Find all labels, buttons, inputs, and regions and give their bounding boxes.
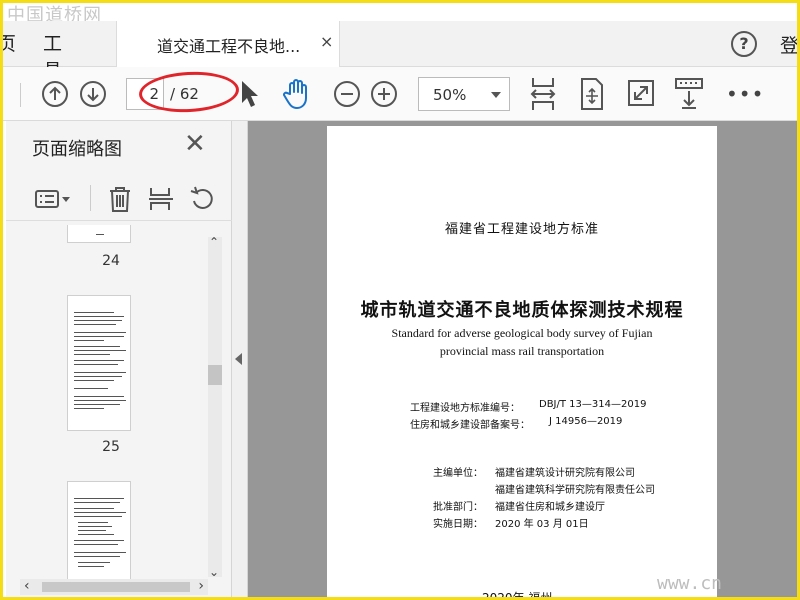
page-move-icon [581, 78, 603, 110]
document-tab[interactable]: 道交通工程不良地... × [116, 21, 340, 67]
scroll-down-icon[interactable]: ⌄ [209, 565, 219, 579]
approver-label: 批准部门： [433, 502, 483, 513]
record-value: J 14956—2019 [549, 416, 623, 427]
thumbnail-panel-title: 页面缩略图 [32, 139, 122, 160]
list-options-icon [35, 190, 70, 208]
standard-header: 福建省工程建设地方标准 [444, 222, 599, 237]
code-value: DBJ/T 13—314—2019 [539, 399, 647, 410]
rotate-icon [190, 186, 213, 209]
thumbnail-label-24: 24 [102, 253, 120, 269]
zoom-in-button[interactable] [370, 80, 398, 108]
editor-value-2: 福建省建筑科学研究院有限责任公司 [495, 485, 655, 496]
document-title-en-line1: Standard for adverse geological body sur… [391, 326, 653, 340]
next-page-button[interactable] [79, 80, 107, 108]
editor-value-1: 福建省建筑设计研究院有限公司 [495, 468, 635, 479]
document-title-cn: 城市轨道交通不良地质体探测技术规程 [360, 300, 684, 321]
document-page: 福建省工程建设地方标准 城市轨道交通不良地质体探测技术规程 Standard f… [327, 126, 717, 600]
toolbar: 2 / 62 50% ••• [3, 67, 797, 121]
date-label: 实施日期： [433, 519, 483, 530]
fit-page-width-icon [530, 78, 556, 110]
thumbnail-vertical-scrollbar[interactable]: ⌃ ⌄ [208, 235, 222, 579]
hand-tool-button[interactable] [282, 78, 310, 109]
chevron-left-icon [235, 353, 242, 365]
arrow-down-circle-icon [80, 81, 106, 107]
scrollbar-thumb[interactable] [208, 365, 222, 385]
tab-bar: 页 工具 道交通工程不良地... × ? 登 [3, 21, 797, 82]
code-label: 工程建设地方标准编号： [410, 403, 520, 414]
horizontal-scrollbar-thumb[interactable] [42, 582, 190, 592]
close-panel-icon[interactable]: ✕ [184, 129, 206, 159]
login-button-clipped[interactable]: 登 [780, 31, 797, 58]
toolbar-divider [20, 83, 21, 107]
top-strip: 中国道桥网 [3, 3, 797, 26]
thumbnail-horizontal-scrollbar[interactable]: ‹ › [20, 578, 208, 595]
more-options-icon[interactable]: ••• [726, 82, 764, 106]
thumbnail-panel: 页面缩略图 ✕ 24 25 ⌃ ⌄ ‹ › [6, 121, 232, 597]
chevron-down-icon [491, 92, 501, 98]
zoom-value: 50% [433, 86, 467, 104]
select-tool-button[interactable] [237, 79, 265, 107]
arrow-up-circle-icon [42, 81, 68, 107]
rotate-view-button[interactable] [578, 77, 606, 111]
fit-width-button[interactable] [528, 75, 558, 111]
split-pages-icon [149, 188, 173, 210]
thumbnail-list: 24 25 [6, 225, 206, 579]
delete-page-button[interactable] [106, 185, 134, 213]
scroll-up-icon[interactable]: ⌃ [209, 235, 219, 249]
zoom-out-button[interactable] [333, 80, 361, 108]
thumbnail-options-button[interactable] [34, 185, 74, 213]
thumbnail-page-26[interactable] [67, 481, 131, 579]
hand-icon [283, 79, 307, 109]
read-mode-button[interactable] [674, 77, 704, 111]
scroll-left-icon[interactable]: ‹ [24, 578, 30, 594]
plus-circle-icon [371, 81, 397, 107]
thumbnail-page-24[interactable] [67, 225, 131, 243]
previous-page-button[interactable] [41, 80, 69, 108]
app-window: 中国道桥网 页 工具 道交通工程不良地... × ? 登 2 [0, 0, 800, 600]
panel-collapse-handle[interactable] [232, 121, 248, 597]
thumbnail-page-25[interactable] [67, 295, 131, 431]
rotate-page-button[interactable] [188, 185, 216, 213]
document-tab-title: 道交通工程不良地... [157, 37, 301, 56]
zoom-select[interactable]: 50% [418, 77, 510, 111]
thumbnail-label-25: 25 [102, 439, 120, 455]
help-icon[interactable]: ? [731, 31, 757, 57]
record-label: 住房和城乡建设部备案号： [410, 420, 530, 431]
watermark-bottom-right: www.cn [657, 573, 723, 594]
date-value: 2020 年 03 月 01日 [495, 519, 589, 530]
thumbnail-tools [6, 177, 232, 221]
menu-home-clipped[interactable]: 页 [3, 29, 16, 56]
split-page-button[interactable] [147, 185, 175, 213]
expand-icon [628, 80, 654, 106]
tools-divider [90, 185, 91, 211]
cursor-arrow-icon [242, 81, 258, 107]
scroll-right-icon[interactable]: › [198, 578, 204, 594]
annotation-red-oval [138, 69, 240, 115]
document-bottom-clipped: 2020年 福州 [482, 591, 553, 600]
full-screen-button[interactable] [627, 79, 655, 107]
document-title-en-line2: provincial mass rail transportation [439, 344, 605, 358]
minus-circle-icon [334, 81, 360, 107]
trash-icon [110, 187, 130, 212]
scroll-mode-icon [675, 78, 703, 109]
approver-value: 福建省住房和城乡建设厅 [495, 502, 605, 513]
close-tab-icon[interactable]: × [320, 32, 333, 51]
editor-label: 主编单位： [433, 468, 483, 479]
document-viewer[interactable]: 福建省工程建设地方标准 城市轨道交通不良地质体探测技术规程 Standard f… [248, 121, 797, 600]
